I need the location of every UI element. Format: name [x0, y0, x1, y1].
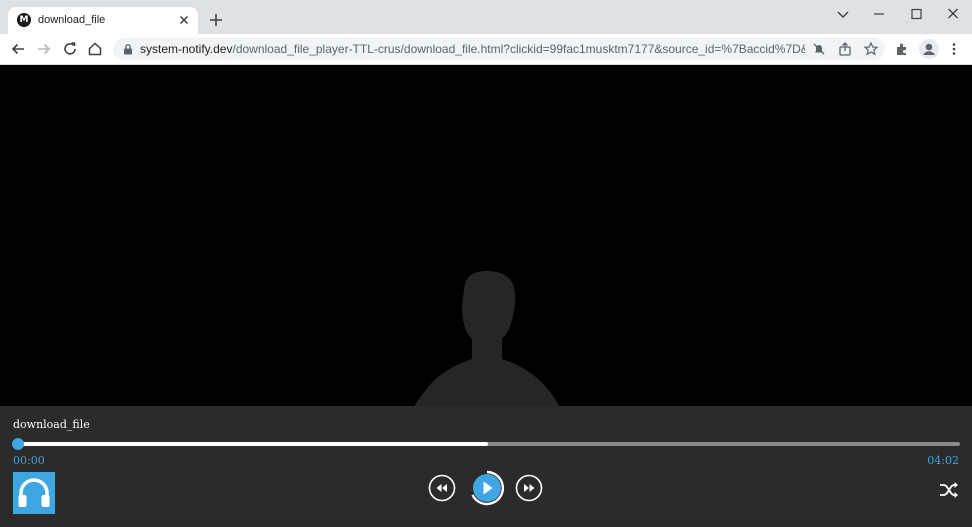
- extensions-puzzle-icon[interactable]: [894, 41, 910, 57]
- player-controls: download_file 00:00 04:02: [0, 406, 972, 527]
- profile-person-icon: [923, 43, 935, 55]
- fast-forward-button[interactable]: [515, 474, 543, 502]
- close-tab-icon[interactable]: [176, 12, 192, 28]
- share-icon[interactable]: [837, 41, 853, 57]
- track-title: download_file: [13, 418, 90, 431]
- video-display[interactable]: [0, 65, 972, 407]
- total-duration: 04:02: [927, 454, 959, 467]
- browser-menu-kebab-icon[interactable]: [946, 41, 962, 57]
- notifications-blocked-icon[interactable]: [811, 41, 827, 57]
- site-favicon-icon: M: [17, 13, 31, 27]
- maximize-window-icon[interactable]: [905, 6, 927, 22]
- current-time: 00:00: [13, 454, 45, 467]
- home-icon[interactable]: [86, 40, 104, 58]
- progress-bar[interactable]: [12, 438, 960, 450]
- progress-handle[interactable]: [12, 438, 24, 450]
- close-window-icon[interactable]: [942, 6, 964, 22]
- url-text: system-notify.dev/download_file_player-T…: [140, 42, 805, 56]
- profile-avatar[interactable]: [919, 39, 939, 59]
- address-bar[interactable]: system-notify.dev/download_file_player-T…: [113, 38, 885, 60]
- browser-tab[interactable]: M download_file: [8, 7, 198, 34]
- tab-search-chevron-icon[interactable]: [832, 6, 854, 22]
- new-tab-icon[interactable]: [207, 11, 225, 29]
- album-art: [13, 472, 55, 514]
- forward-arrow-icon[interactable]: [35, 40, 53, 58]
- url-host: system-notify.dev: [140, 42, 233, 56]
- minimize-window-icon[interactable]: [868, 6, 890, 22]
- buffered-progress: [16, 442, 488, 446]
- user-silhouette-icon: [414, 271, 560, 407]
- headphones-icon: [18, 478, 50, 507]
- bookmark-star-icon[interactable]: [863, 41, 879, 57]
- browser-toolbar: system-notify.dev/download_file_player-T…: [0, 34, 972, 65]
- tab-title: download_file: [38, 14, 106, 26]
- lock-icon[interactable]: [122, 43, 134, 55]
- tab-strip: M download_file: [0, 0, 972, 34]
- url-path: /download_file_player-TTL-crus/download_…: [232, 42, 805, 56]
- back-arrow-icon[interactable]: [9, 40, 27, 58]
- reload-icon[interactable]: [61, 40, 79, 58]
- play-button[interactable]: [471, 470, 504, 506]
- shuffle-icon[interactable]: [939, 481, 959, 499]
- rewind-button[interactable]: [428, 474, 456, 502]
